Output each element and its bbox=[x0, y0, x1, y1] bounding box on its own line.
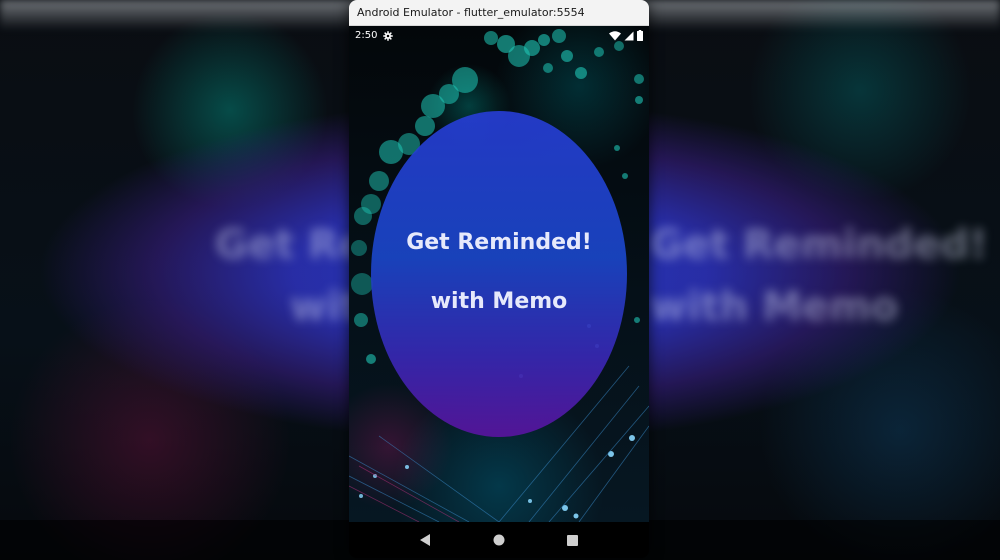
device-screen[interactable]: 2:50 Get Reminded! with Memo bbox=[349, 26, 649, 522]
home-icon bbox=[493, 531, 505, 550]
back-icon bbox=[420, 531, 431, 550]
status-bar-right bbox=[609, 26, 643, 45]
home-button[interactable] bbox=[487, 528, 511, 552]
wifi-icon bbox=[609, 26, 621, 45]
desktop-stage: Get Reminded! with Memo Get Reminded! wi… bbox=[0, 0, 1000, 560]
recents-icon bbox=[566, 531, 578, 550]
hero-blob bbox=[371, 111, 627, 437]
emulator-window: Android Emulator - flutter_emulator:5554 bbox=[349, 0, 649, 558]
window-title: Android Emulator - flutter_emulator:5554 bbox=[357, 6, 585, 19]
android-navigation-bar bbox=[349, 522, 649, 558]
android-status-bar: 2:50 bbox=[349, 26, 649, 44]
battery-icon bbox=[637, 26, 643, 45]
signal-icon bbox=[624, 26, 634, 45]
blurred-subheadline-ghost-right: with Memo bbox=[650, 284, 899, 330]
status-bar-left: 2:50 bbox=[355, 26, 394, 45]
subheadline-text: with Memo bbox=[430, 289, 568, 314]
status-time: 2:50 bbox=[355, 29, 378, 41]
recents-button[interactable] bbox=[560, 528, 584, 552]
back-button[interactable] bbox=[414, 528, 438, 552]
emulator-title-bar[interactable]: Android Emulator - flutter_emulator:5554 bbox=[349, 0, 649, 26]
headline-text: Get Reminded! bbox=[406, 230, 592, 255]
settings-gear-icon bbox=[383, 26, 394, 45]
blurred-headline-ghost-right: Get Reminded! bbox=[650, 222, 988, 268]
